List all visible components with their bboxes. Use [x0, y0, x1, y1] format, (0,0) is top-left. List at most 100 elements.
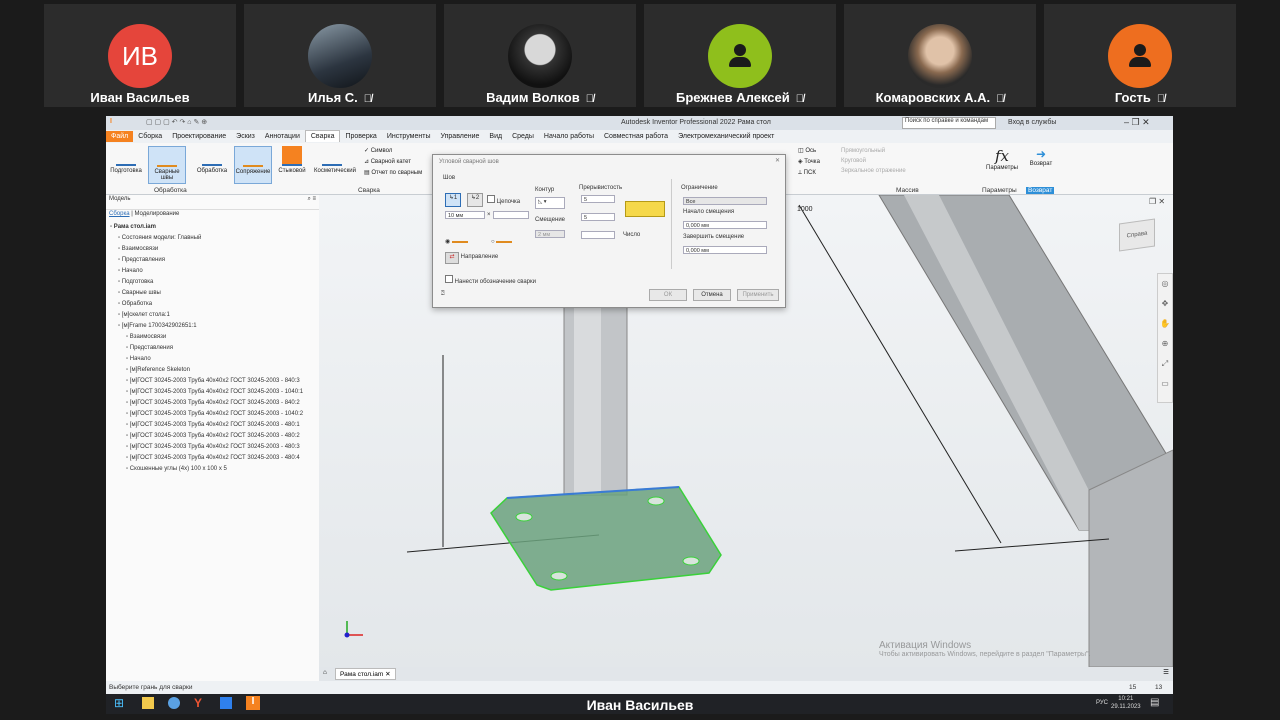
- select-edge-2-button[interactable]: ↳2: [467, 193, 483, 207]
- axis-button[interactable]: ◫ Ось: [798, 146, 820, 157]
- machining-button[interactable]: Обработка: [194, 146, 230, 182]
- offset-field[interactable]: 2 мм: [535, 230, 565, 238]
- tab-sketch[interactable]: Эскиз: [231, 131, 260, 142]
- participant-name: Илья С.: [307, 90, 358, 105]
- tab-annotate[interactable]: Аннотации: [260, 131, 305, 142]
- windows-activation-watermark: Активация Windows Чтобы активировать Win…: [879, 640, 1091, 658]
- viewport-window-controls[interactable]: ❐ ✕: [1149, 197, 1165, 206]
- tab-inspect[interactable]: Проверка: [340, 131, 381, 142]
- weld-report-button[interactable]: ▤ Отчет по сварным: [364, 168, 422, 179]
- tree-item[interactable]: ▫ [м]ГОСТ 30245-2003 Труба 40x40x2 ГОСТ …: [106, 453, 319, 464]
- fillet-weld-button[interactable]: Сопряжение: [234, 146, 272, 184]
- apply-button[interactable]: Применить: [737, 289, 779, 301]
- tree-item[interactable]: ▫ [м]скелет стола:1: [106, 310, 319, 321]
- tab-tools[interactable]: Инструменты: [382, 131, 436, 142]
- parameters-button[interactable]: fx Параметры: [984, 147, 1020, 171]
- help-icon[interactable]: ⍰: [441, 291, 445, 298]
- search-icon[interactable]: ⌕ ≡: [307, 196, 316, 203]
- direction-button[interactable]: ⇄ Направление: [445, 252, 498, 264]
- participant-tile[interactable]: Илья С. 🎙̸: [244, 4, 436, 107]
- quick-access-toolbar[interactable]: ▢ ▢ ▢ ↶ ↷ ⌂ ✎ ⊕: [146, 118, 207, 126]
- close-icon[interactable]: ✕: [775, 157, 780, 164]
- participant-tile[interactable]: ИВ Иван Васильев: [44, 4, 236, 107]
- tab-weld[interactable]: Сварка: [304, 130, 341, 142]
- tab-collaborate[interactable]: Совместная работа: [599, 131, 673, 142]
- tab-assembly[interactable]: Сборка: [133, 131, 167, 142]
- return-icon: ➜: [1035, 147, 1047, 161]
- tree-item[interactable]: ▫ Представления: [106, 255, 319, 266]
- tree-item[interactable]: ▫ Начало: [106, 354, 319, 365]
- tree-item[interactable]: ▫ [м]ГОСТ 30245-2003 Труба 40x40x2 ГОСТ …: [106, 420, 319, 431]
- tree-item[interactable]: ▫ Обработка: [106, 299, 319, 310]
- tree-item[interactable]: ▫ Подготовка: [106, 277, 319, 288]
- dialog-title: Угловой сварной шов: [439, 159, 499, 165]
- tab-assembly-browser[interactable]: Сборка: [109, 211, 130, 217]
- return-button[interactable]: ➜ Возврат: [1026, 147, 1056, 167]
- tree-item[interactable]: ▫ [м]ГОСТ 30245-2003 Труба 40x40x2 ГОСТ …: [106, 409, 319, 420]
- tab-environments[interactable]: Среды: [507, 131, 539, 142]
- end-offset-field[interactable]: 0,000 мм: [683, 246, 767, 254]
- chain-checkbox[interactable]: [487, 195, 495, 203]
- weld-bead-button[interactable]: ⊿ Сварной катет: [364, 157, 422, 168]
- flat-weld-radio[interactable]: ◉: [445, 239, 450, 245]
- groove-weld-button[interactable]: Стыковой: [274, 146, 310, 182]
- home-icon[interactable]: ⌂: [323, 669, 327, 676]
- preparation-button[interactable]: Подготовка: [108, 146, 144, 182]
- tree-item[interactable]: ▫ [м]ГОСТ 30245-2003 Труба 40x40x2 ГОСТ …: [106, 376, 319, 387]
- spacing-field[interactable]: 5: [581, 213, 615, 221]
- select-edge-1-button[interactable]: ↳1: [445, 193, 461, 207]
- participant-tile[interactable]: Вадим Волков 🎙̸: [444, 4, 636, 107]
- tab-manage[interactable]: Управление: [435, 131, 484, 142]
- tree-item[interactable]: ▫ Рама стол.iam: [106, 222, 319, 233]
- participant-tile[interactable]: Брежнев Алексей 🎙̸: [644, 4, 836, 107]
- navigation-bar[interactable]: ◎ ✥ ✋ ⊕ ⤢ ▭: [1157, 273, 1173, 403]
- tab-electromechanical[interactable]: Электромеханический проект: [673, 131, 779, 142]
- tree-item[interactable]: ▫ [м]ГОСТ 30245-2003 Труба 40x40x2 ГОСТ …: [106, 442, 319, 453]
- circ-pattern-button[interactable]: Круговой: [841, 156, 906, 166]
- count-field[interactable]: [581, 231, 615, 239]
- tab-view[interactable]: Вид: [484, 131, 507, 142]
- tab-get-started[interactable]: Начало работы: [539, 131, 599, 142]
- welds-button[interactable]: Сварные швы: [148, 146, 186, 184]
- limit-select[interactable]: Все: [683, 197, 767, 205]
- tree-item[interactable]: ▫ Взаимосвязи: [106, 244, 319, 255]
- tree-item[interactable]: ▫ Скошенные углы (4x) 100 x 100 x 5: [106, 464, 319, 475]
- tab-menu-icon[interactable]: ☰: [1163, 668, 1169, 676]
- point-button[interactable]: ◈ Точка: [798, 157, 820, 168]
- mirror-button[interactable]: Зеркальное отражение: [841, 166, 906, 176]
- tree-item[interactable]: ▫ [м]Reference Skeleton: [106, 365, 319, 376]
- tree-item[interactable]: ▫ Взаимосвязи: [106, 332, 319, 343]
- leg-size-2-field[interactable]: [493, 211, 529, 219]
- document-tab[interactable]: Рама стол.iam ✕: [335, 668, 396, 680]
- tab-file[interactable]: Файл: [106, 131, 134, 142]
- viewcube[interactable]: Справа: [1119, 218, 1155, 252]
- ucs-button[interactable]: ⟂ ПСК: [798, 168, 820, 179]
- login-button[interactable]: Вход в службы: [1008, 119, 1056, 126]
- tree-item[interactable]: ▫ Начало: [106, 266, 319, 277]
- length-field[interactable]: 5: [581, 195, 615, 203]
- participant-tile[interactable]: Комаровских А.А. 🎙̸: [844, 4, 1036, 107]
- base-plate[interactable]: [490, 486, 722, 591]
- help-search-input[interactable]: Поиск по справке и командам: [902, 117, 996, 129]
- tree-item[interactable]: ▫ [м]Frame 1700342902651:1: [106, 321, 319, 332]
- tab-design[interactable]: Проектирование: [167, 131, 231, 142]
- start-offset-field[interactable]: 0,000 мм: [683, 221, 767, 229]
- tree-item[interactable]: ▫ [м]ГОСТ 30245-2003 Труба 40x40x2 ГОСТ …: [106, 431, 319, 442]
- tab-modeling-browser[interactable]: Моделирование: [134, 211, 179, 217]
- annotate-checkbox[interactable]: [445, 275, 453, 283]
- rect-pattern-button[interactable]: Прямоугольный: [841, 146, 906, 156]
- tree-item[interactable]: ▫ Представления: [106, 343, 319, 354]
- cosmetic-weld-button[interactable]: Косметический: [314, 146, 356, 182]
- cancel-button[interactable]: Отмена: [693, 289, 731, 301]
- symbol-button[interactable]: ✓ Символ: [364, 146, 422, 157]
- participant-tile[interactable]: Гость 🎙̸: [1044, 4, 1236, 107]
- tree-item[interactable]: ▫ Сварные швы: [106, 288, 319, 299]
- contour-select[interactable]: ◺ ▾: [535, 197, 565, 209]
- window-controls[interactable]: – ❐ ✕: [1124, 117, 1150, 128]
- tree-item[interactable]: ▫ Состояния модели: Главный: [106, 233, 319, 244]
- tree-item[interactable]: ▫ [м]ГОСТ 30245-2003 Труба 40x40x2 ГОСТ …: [106, 398, 319, 409]
- tree-item[interactable]: ▫ [м]ГОСТ 30245-2003 Труба 40x40x2 ГОСТ …: [106, 387, 319, 398]
- ok-button[interactable]: ОК: [649, 289, 687, 301]
- convex-weld-radio[interactable]: ○: [491, 239, 495, 245]
- leg-size-field[interactable]: 10 мм: [445, 211, 485, 219]
